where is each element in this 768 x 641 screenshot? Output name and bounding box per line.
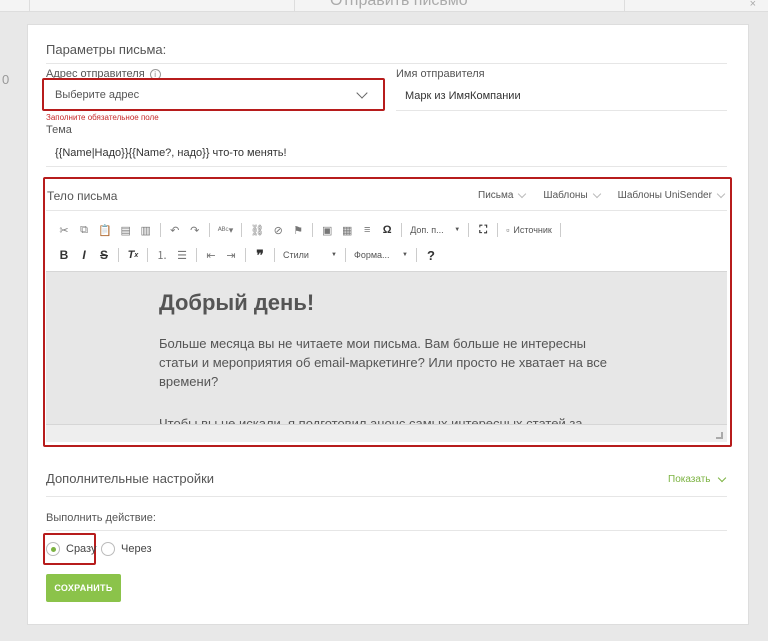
subject-input[interactable]: {{Name|Надо}}{{Name?, надо}} что-то меня… <box>55 147 287 159</box>
toolbar-separator <box>468 223 470 237</box>
menu-letters[interactable]: Письма <box>478 189 527 201</box>
toolbar-separator <box>416 248 417 262</box>
source-button[interactable]: ▫ Источник <box>506 225 552 235</box>
chevron-down-icon <box>717 473 726 482</box>
copy-icon[interactable]: ⧉ <box>78 223 90 237</box>
menu-templates[interactable]: Шаблоны <box>543 189 601 201</box>
toolbar-separator <box>274 248 275 262</box>
toolbar-separator <box>245 248 246 262</box>
toolbar-separator <box>401 223 403 237</box>
strikethrough-icon[interactable]: S <box>98 248 110 262</box>
horizontal-line-icon[interactable]: ≡ <box>361 223 373 237</box>
sender-address-placeholder: Выберите адрес <box>55 88 140 101</box>
divider <box>396 110 727 111</box>
sender-name-label: Имя отправителя <box>396 68 485 80</box>
sender-name-input[interactable]: Марк из ИмяКомпании <box>405 90 521 102</box>
extra-plugins-dropdown[interactable]: Доп. п... ▼ <box>410 225 460 235</box>
redo-icon[interactable]: ↷ <box>189 223 201 237</box>
editor-toolbar-row-1: ✂ ⧉ 📋 ▤ ▥ ↶ ↷ ᴬᴮᶜ▾ ⛓ ⊘ ⚑ ▣ ▦ ≡ Ω Доп. п.… <box>58 221 561 239</box>
undo-icon[interactable]: ↶ <box>169 223 181 237</box>
spellcheck-icon[interactable]: ᴬᴮᶜ▾ <box>218 223 234 237</box>
email-paragraph: Чтобы вы не искали, я подготовил анонс с… <box>159 416 583 424</box>
section-title: Параметры письма: <box>46 42 167 57</box>
paste-icon[interactable]: 📋 <box>98 223 112 237</box>
numbered-list-icon[interactable]: ⒈ <box>156 248 168 262</box>
body-menus: Письма Шаблоны Шаблоны UniSender <box>478 189 726 201</box>
additional-settings-title: Дополнительные настройки <box>46 471 215 486</box>
background-modal-title: Отправить письмо <box>330 0 468 9</box>
sender-address-select[interactable]: Выберите адрес <box>46 81 382 108</box>
subject-label: Тема <box>46 124 72 136</box>
editor-statusbar <box>46 424 727 442</box>
help-icon[interactable]: ? <box>425 248 437 263</box>
email-heading: Добрый день! <box>159 290 315 315</box>
format-dropdown[interactable]: Форма... ▼ <box>354 250 408 260</box>
source-icon: ▫ <box>506 225 510 235</box>
toolbar-separator <box>196 248 197 262</box>
indent-icon[interactable]: ⇥ <box>225 248 237 262</box>
outdent-icon[interactable]: ⇤ <box>205 248 217 262</box>
editor-toolbar-row-2: B I S Tx ⒈ ☰ ⇤ ⇥ ❞ Стили ▼ Форма... ▼ ? <box>58 246 437 264</box>
chevron-down-icon <box>356 86 368 99</box>
menu-unisender-templates[interactable]: Шаблоны UniSender <box>618 189 726 201</box>
email-body-label: Тело письма <box>47 189 118 203</box>
styles-dropdown[interactable]: Стили ▼ <box>283 250 337 260</box>
action-label: Выполнить действие: <box>46 512 156 524</box>
show-additional-toggle[interactable]: Показать <box>668 473 726 485</box>
toolbar-separator <box>497 223 499 237</box>
close-icon[interactable]: × <box>750 0 756 10</box>
sender-address-error: Заполните обязательное поле <box>46 113 159 122</box>
radio-option-later[interactable]: Через <box>101 542 152 556</box>
paste-text-icon[interactable]: ▤ <box>120 223 132 237</box>
table-icon[interactable]: ▦ <box>341 223 353 237</box>
cut-icon[interactable]: ✂ <box>58 223 70 237</box>
radio-option-immediately[interactable]: Сразу <box>46 542 96 556</box>
blockquote-icon[interactable]: ❞ <box>254 247 266 263</box>
toolbar-separator <box>159 223 161 237</box>
toolbar-separator <box>208 223 210 237</box>
image-icon[interactable]: ▣ <box>321 223 333 237</box>
special-char-icon[interactable]: Ω <box>381 223 393 237</box>
divider <box>46 166 727 167</box>
link-icon[interactable]: ⛓ <box>250 223 264 237</box>
divider <box>46 496 727 497</box>
editor-content[interactable]: Добрый день! Больше месяца вы не читаете… <box>46 271 727 424</box>
toolbar-separator <box>345 248 346 262</box>
maximize-icon[interactable]: ⛶ <box>477 223 489 237</box>
divider <box>46 210 727 211</box>
toolbar-separator <box>118 248 119 262</box>
toolbar-separator <box>312 223 314 237</box>
toolbar-separator <box>559 223 561 237</box>
email-paragraph: Больше месяца вы не читаете мои письма. … <box>159 336 608 389</box>
background-text: 0 <box>2 72 10 87</box>
radio-button-selected[interactable] <box>46 542 60 556</box>
toolbar-separator <box>241 223 243 237</box>
italic-icon[interactable]: I <box>78 248 90 262</box>
bulleted-list-icon[interactable]: ☰ <box>176 248 188 262</box>
bold-icon[interactable]: B <box>58 248 70 262</box>
divider <box>46 63 727 64</box>
remove-format-icon[interactable]: Tx <box>127 248 139 262</box>
anchor-flag-icon[interactable]: ⚑ <box>292 223 304 237</box>
save-button[interactable]: СОХРАНИТЬ <box>46 574 121 602</box>
paste-word-icon[interactable]: ▥ <box>140 223 152 237</box>
toolbar-separator <box>147 248 148 262</box>
unlink-icon[interactable]: ⊘ <box>272 223 284 237</box>
resize-handle-icon[interactable] <box>716 432 723 439</box>
divider <box>46 530 727 531</box>
radio-button[interactable] <box>101 542 115 556</box>
